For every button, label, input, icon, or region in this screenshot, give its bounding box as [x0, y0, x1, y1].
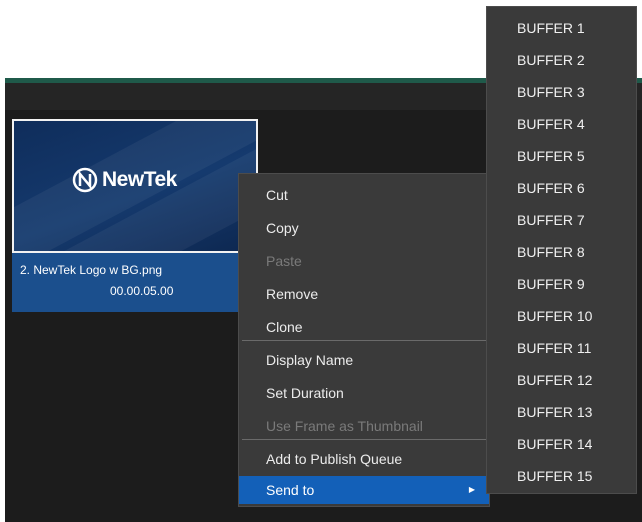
menu-item-send-to[interactable]: Send to ▶: [239, 476, 489, 504]
context-menu: Cut Copy Paste Remove Clone Display Name…: [238, 173, 490, 507]
buffer-item-2[interactable]: BUFFER 2: [487, 45, 636, 75]
menu-separator: [242, 340, 486, 341]
menu-item-use-frame-as-thumbnail: Use Frame as Thumbnail: [266, 418, 423, 434]
menu-separator: [242, 439, 486, 440]
buffer-item-1[interactable]: BUFFER 1: [487, 13, 636, 43]
menu-item-copy[interactable]: Copy: [239, 214, 489, 242]
clip-tile[interactable]: NewTek 2. NewTek Logo w BG.png 00.00.05.…: [12, 119, 258, 312]
buffer-item-4[interactable]: BUFFER 4: [487, 109, 636, 139]
buffer-item-9[interactable]: BUFFER 9: [487, 269, 636, 299]
newtek-logo: NewTek: [72, 167, 177, 193]
buffer-item-5[interactable]: BUFFER 5: [487, 141, 636, 171]
menu-item-clone[interactable]: Clone: [239, 313, 489, 341]
buffer-item-7[interactable]: BUFFER 7: [487, 205, 636, 235]
buffer-item-14[interactable]: BUFFER 14: [487, 429, 636, 459]
submenu-arrow-icon: ▶: [468, 485, 475, 494]
buffer-item-8[interactable]: BUFFER 8: [487, 237, 636, 267]
menu-item-set-duration[interactable]: Set Duration: [239, 379, 489, 407]
menu-item-paste: Paste: [266, 253, 302, 269]
send-to-submenu: BUFFER 1 BUFFER 2 BUFFER 3 BUFFER 4 BUFF…: [486, 6, 637, 494]
menu-item-remove[interactable]: Remove: [239, 280, 489, 308]
buffer-item-3[interactable]: BUFFER 3: [487, 77, 636, 107]
newtek-logo-icon: [72, 167, 98, 193]
buffer-item-6[interactable]: BUFFER 6: [487, 173, 636, 203]
buffer-item-12[interactable]: BUFFER 12: [487, 365, 636, 395]
buffer-item-13[interactable]: BUFFER 13: [487, 397, 636, 427]
buffer-item-10[interactable]: BUFFER 10: [487, 301, 636, 331]
menu-item-send-to-label: Send to: [266, 482, 315, 498]
logo-text: NewTek: [102, 168, 177, 191]
buffer-item-15[interactable]: BUFFER 15: [487, 461, 636, 491]
menu-item-display-name[interactable]: Display Name: [239, 346, 489, 374]
clip-name: 2. NewTek Logo w BG.png: [20, 263, 163, 277]
buffer-item-11[interactable]: BUFFER 11: [487, 333, 636, 363]
clip-duration: 00.00.05.00: [110, 284, 174, 298]
clip-thumbnail[interactable]: NewTek: [12, 119, 258, 253]
menu-item-add-to-publish-queue[interactable]: Add to Publish Queue: [239, 445, 489, 473]
menu-item-cut[interactable]: Cut: [239, 181, 489, 209]
